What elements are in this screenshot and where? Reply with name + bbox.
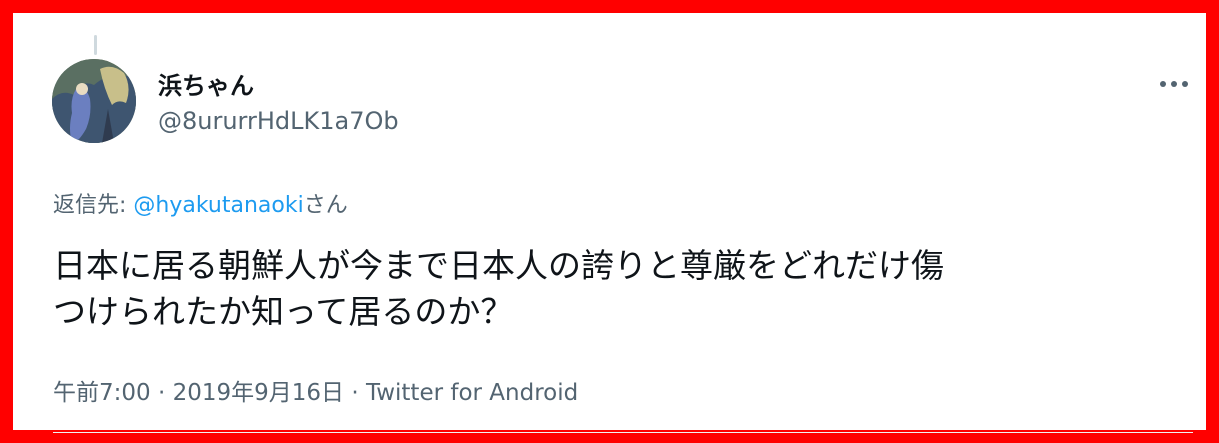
thread-connector-line bbox=[94, 35, 97, 55]
tweet-metadata: 午前7:00 · 2019年9月16日 · Twitter for Androi… bbox=[53, 373, 578, 407]
more-options-button[interactable] bbox=[1154, 69, 1194, 99]
user-handle[interactable]: @8ururrHdLK1a7Ob bbox=[158, 107, 399, 135]
tweet-date-link[interactable]: 2019年9月16日 bbox=[173, 380, 344, 406]
tweet-time-link[interactable]: 午前7:00 bbox=[53, 380, 151, 406]
more-horizontal-icon bbox=[1160, 81, 1188, 87]
avatar[interactable] bbox=[52, 59, 136, 143]
divider bbox=[53, 432, 1193, 433]
tweet-text: 日本に居る朝鮮人が今まで日本人の誇りと尊厳をどれだけ傷 つけられたか知って居るの… bbox=[53, 243, 1203, 335]
reply-mention-link[interactable]: @hyakutanaoki bbox=[133, 193, 303, 218]
tweet-source: Twitter for Android bbox=[365, 380, 579, 406]
reply-context: 返信先: @hyakutanaokiさん bbox=[53, 187, 348, 219]
reply-prefix: 返信先: bbox=[53, 193, 134, 218]
tweet-text-line: 日本に居る朝鮮人が今まで日本人の誇りと尊厳をどれだけ傷 bbox=[53, 246, 944, 285]
meta-separator: · bbox=[344, 380, 366, 406]
display-name[interactable]: 浜ちゃん bbox=[158, 66, 254, 101]
tweet-text-line: つけられたか知って居るのか？ bbox=[53, 292, 514, 331]
screenshot-frame: 浜ちゃん @8ururrHdLK1a7Ob 返信先: @hyakutanaoki… bbox=[0, 0, 1219, 443]
reply-suffix: さん bbox=[303, 193, 348, 218]
meta-separator: · bbox=[150, 380, 173, 406]
